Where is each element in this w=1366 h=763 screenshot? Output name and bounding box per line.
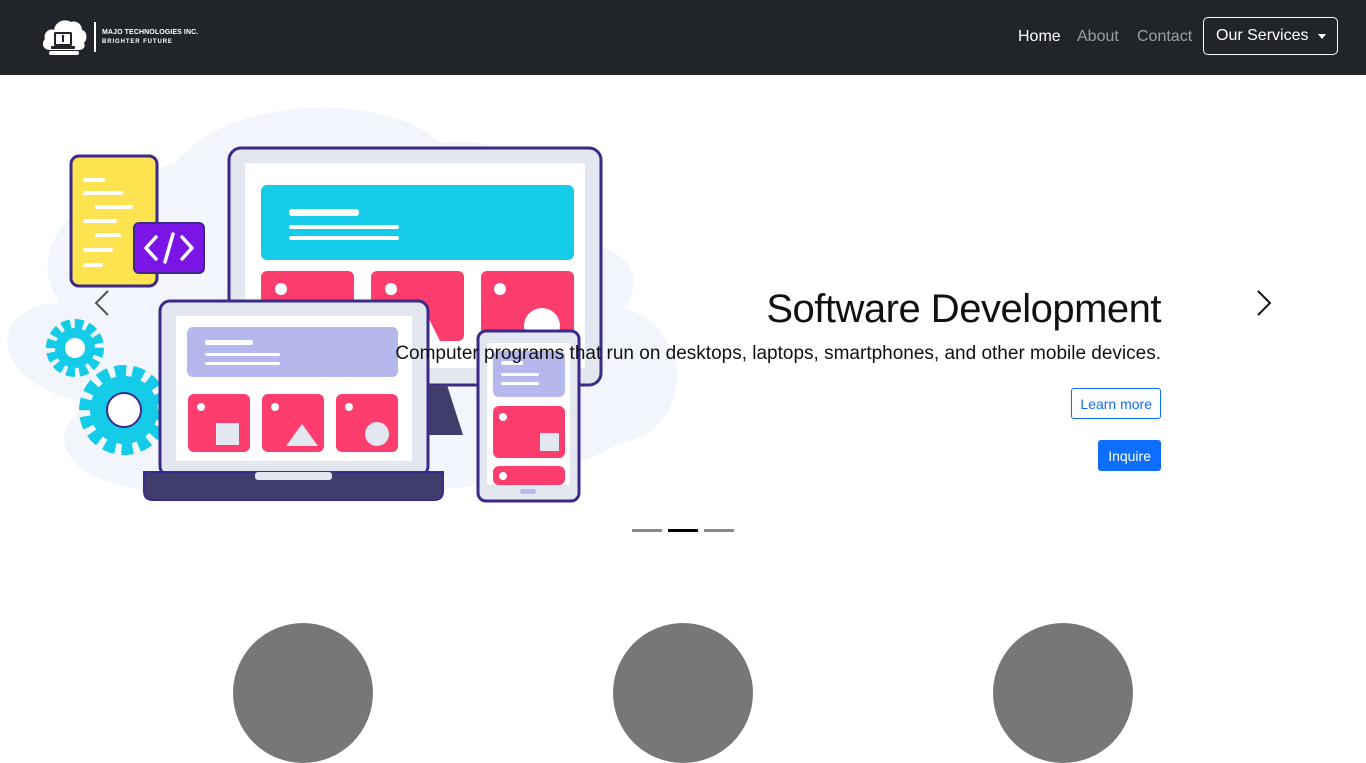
brand-logo[interactable]: MAJO TECHNOLOGIES INC. BRIGHTER FUTURE: [40, 16, 198, 58]
nav-contact-link[interactable]: Contact: [1137, 27, 1192, 47]
feature-placeholder-image: [993, 623, 1133, 763]
navbar: MAJO TECHNOLOGIES INC. BRIGHTER FUTURE H…: [0, 0, 1366, 75]
carousel-indicator-1[interactable]: [632, 529, 662, 532]
chevron-left-icon: [94, 290, 109, 316]
learn-more-button[interactable]: Learn more: [1071, 388, 1161, 419]
our-services-label: Our Services: [1216, 27, 1309, 44]
brand-tagline: BRIGHTER FUTURE: [102, 39, 173, 45]
chevron-right-icon: [1257, 290, 1272, 316]
nav-about-link[interactable]: About: [1077, 27, 1119, 47]
inquire-button[interactable]: Inquire: [1098, 440, 1161, 471]
brand-text: MAJO TECHNOLOGIES INC. BRIGHTER FUTURE: [94, 22, 198, 52]
slide-description: Computer programs that run on desktops, …: [395, 343, 1161, 364]
brand-name: MAJO TECHNOLOGIES INC.: [102, 29, 199, 36]
feature-placeholder-image: [613, 623, 753, 763]
our-services-dropdown[interactable]: Our Services: [1203, 17, 1338, 55]
feature-placeholder-image: [233, 623, 373, 763]
cloud-laptop-icon: [42, 20, 87, 55]
carousel-next-button[interactable]: [1250, 288, 1280, 318]
carousel-indicator-3[interactable]: [704, 529, 734, 532]
carousel-prev-button[interactable]: [88, 288, 118, 318]
slide-title: Software Development: [766, 287, 1161, 331]
nav-home-link[interactable]: Home: [1018, 27, 1061, 47]
caret-down-icon: [1318, 33, 1327, 39]
carousel-indicator-2[interactable]: [668, 529, 698, 532]
hero-carousel: Software Development Computer programs t…: [0, 75, 1366, 545]
carousel-caption: Software Development Computer programs t…: [300, 285, 1161, 366]
carousel-indicators: [632, 529, 734, 532]
